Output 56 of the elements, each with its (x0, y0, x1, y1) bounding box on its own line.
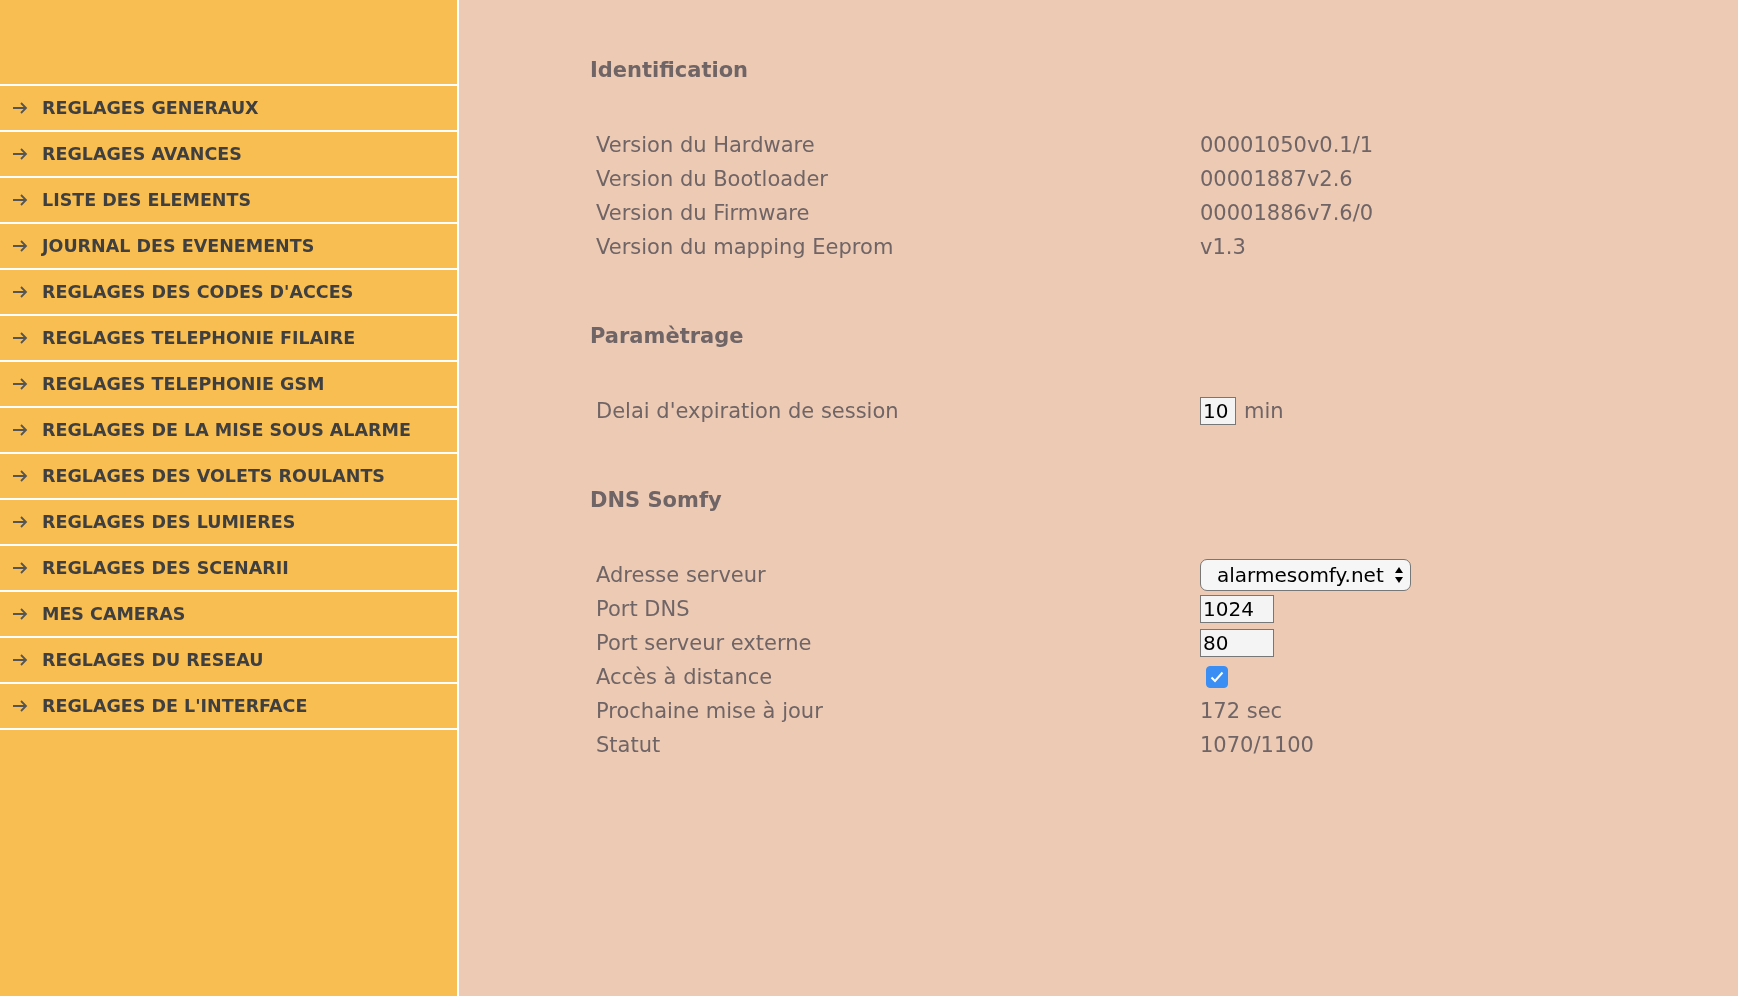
field-label: Port serveur externe (596, 630, 813, 657)
arrow-icon (12, 194, 28, 206)
field-label: Prochaine mise à jour (596, 698, 824, 725)
arrow-icon (12, 700, 28, 712)
arrow-icon (12, 470, 28, 482)
sidebar-item[interactable]: REGLAGES GENERAUX (0, 84, 457, 132)
section-title: Paramètrage (590, 324, 745, 348)
sidebar-item[interactable]: REGLAGES TELEPHONIE GSM (0, 362, 457, 408)
sidebar-item[interactable]: REGLAGES AVANCES (0, 132, 457, 178)
field-label: Version du Hardware (596, 132, 816, 159)
input-field[interactable]: 10 (1200, 397, 1236, 425)
sidebar-item[interactable]: REGLAGES DE L'INTERFACE (0, 684, 457, 730)
checkmark-icon (1210, 671, 1224, 683)
sidebar-item[interactable]: REGLAGES DES LUMIERES (0, 500, 457, 546)
sidebar-item[interactable]: REGLAGES DES VOLETS ROULANTS (0, 454, 457, 500)
field-label: Accès à distance (596, 664, 774, 691)
field-value: 172 sec (1200, 699, 1283, 723)
field-label: Delai d'expiration de session (596, 398, 900, 425)
unit-label: min (1244, 399, 1284, 423)
sidebar-item[interactable]: REGLAGES DES CODES D'ACCES (0, 270, 457, 316)
arrow-icon (12, 424, 28, 436)
input-field[interactable]: 1024 (1200, 595, 1274, 623)
arrow-icon (12, 516, 28, 528)
input-field[interactable]: 80 (1200, 629, 1274, 657)
field-value: 00001050v0.1/1 (1200, 133, 1374, 157)
section-title: Identification (590, 58, 750, 82)
field-value: 00001887v2.6 (1200, 167, 1353, 191)
arrow-icon (12, 378, 28, 390)
arrow-icon (12, 608, 28, 620)
sidebar-item[interactable]: JOURNAL DES EVENEMENTS (0, 224, 457, 270)
sidebar-item[interactable]: REGLAGES TELEPHONIE FILAIRE (0, 316, 457, 362)
server-dropdown[interactable]: alarmesomfy.net (1200, 559, 1411, 591)
arrow-icon (12, 148, 28, 160)
arrow-icon (12, 562, 28, 574)
sidebar-item[interactable]: REGLAGES DES SCENARII (0, 546, 457, 592)
field-label: Port DNS (596, 596, 691, 623)
arrow-icon (12, 332, 28, 344)
checkbox[interactable] (1206, 666, 1228, 688)
arrow-icon (12, 102, 28, 114)
field-value: 00001886v7.6/0 (1200, 201, 1374, 225)
arrow-icon (12, 286, 28, 298)
field-label: Version du mapping Eeprom (596, 234, 895, 261)
sidebar-item[interactable]: REGLAGES DE LA MISE SOUS ALARME (0, 408, 457, 454)
stepper-icon (1393, 566, 1404, 584)
sidebar-item[interactable]: MES CAMERAS (0, 592, 457, 638)
field-value: 1070/1100 (1200, 733, 1314, 757)
section-title: DNS Somfy (590, 488, 723, 512)
sidebar-item[interactable]: REGLAGES DU RESEAU (0, 638, 457, 684)
field-label: Statut (596, 732, 662, 759)
sidebar-item[interactable]: LISTE DES ELEMENTS (0, 178, 457, 224)
field-label: Adresse serveur (596, 562, 767, 589)
arrow-icon (12, 240, 28, 252)
arrow-icon (12, 654, 28, 666)
field-label: Version du Bootloader (596, 166, 829, 193)
field-value: v1.3 (1200, 235, 1246, 259)
field-label: Version du Firmware (596, 200, 811, 227)
